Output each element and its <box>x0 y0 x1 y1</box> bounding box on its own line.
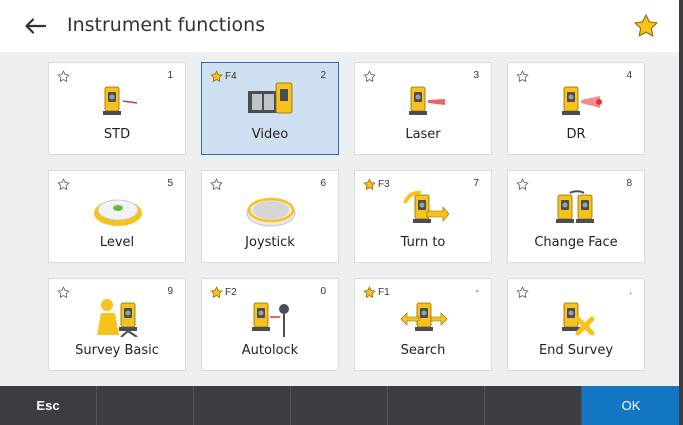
function-tile-joystick[interactable]: 6 Joystick <box>201 170 339 263</box>
shortcut-key: F3 <box>378 178 390 190</box>
star-filled-icon <box>210 285 225 299</box>
tile-number: 7 <box>473 178 479 189</box>
function-tile-std[interactable]: 1 STD <box>48 62 186 155</box>
total-station-laser-icon <box>409 86 445 115</box>
function-tile-dr[interactable]: 4 DR <box>507 62 645 155</box>
tile-label: Search <box>400 343 446 358</box>
total-station-dr-icon <box>562 86 602 115</box>
ok-button[interactable]: OK <box>582 386 680 425</box>
tile-label: Laser <box>405 127 441 142</box>
function-tile-level[interactable]: 5 Level <box>48 170 186 263</box>
favorite-toggle[interactable]: F4 <box>210 68 237 84</box>
favorite-toggle[interactable] <box>363 68 378 84</box>
autolock-prism-icon <box>252 302 289 337</box>
tile-number: 5 <box>167 178 173 189</box>
favorite-toggle[interactable] <box>516 68 531 84</box>
tile-label: DR <box>566 127 586 142</box>
favorite-toggle[interactable] <box>57 68 72 84</box>
footer-softkey-3 <box>291 386 388 425</box>
tile-number: . <box>629 286 632 297</box>
change-face-icon <box>556 190 594 223</box>
tile-number: 3 <box>473 70 479 81</box>
footer-softkey-4 <box>388 386 485 425</box>
star-outline-icon <box>210 177 225 191</box>
tile-number: 2 <box>320 70 326 81</box>
back-button[interactable] <box>20 12 50 40</box>
total-station-std-icon <box>103 86 138 115</box>
tile-number: 0 <box>320 286 326 297</box>
arrow-left-icon <box>25 18 46 34</box>
tile-number: 4 <box>626 70 632 81</box>
footer-softkey-2 <box>194 386 291 425</box>
footer-softkey-5 <box>485 386 582 425</box>
level-bubble-icon <box>94 199 142 226</box>
tile-label: Turn to <box>400 235 446 250</box>
tile-number: 1 <box>167 70 173 81</box>
shortcut-key: F4 <box>225 70 237 82</box>
star-filled-icon <box>210 69 225 83</box>
footer-bar: Esc OK <box>0 386 683 425</box>
joystick-disc-icon <box>246 197 296 227</box>
star-filled-icon <box>363 285 378 299</box>
function-grid: 1 STD F4 2 Video 3 Laser 4 DR 5 Level 6 … <box>48 62 645 371</box>
star-outline-icon <box>363 69 378 83</box>
favorite-toggle[interactable]: F1 <box>363 284 390 300</box>
tile-number: 8 <box>626 178 632 189</box>
tile-label: STD <box>103 127 131 142</box>
header-bar: Instrument functions <box>0 0 683 52</box>
function-tile-change-face[interactable]: 8 Change Face <box>507 170 645 263</box>
window-frame-edge <box>679 0 683 425</box>
tile-label: Video <box>251 127 289 142</box>
tile-label: Level <box>99 235 135 250</box>
favorite-toggle[interactable] <box>516 176 531 192</box>
function-tile-laser[interactable]: 3 Laser <box>354 62 492 155</box>
esc-button[interactable]: Esc <box>0 386 97 425</box>
star-filled-icon <box>363 177 378 191</box>
favorite-toggle[interactable] <box>516 284 531 300</box>
function-tile-survey-basic[interactable]: 9 Survey Basic <box>48 278 186 371</box>
search-arrows-icon <box>400 302 448 331</box>
function-tile-search[interactable]: F1 - Search <box>354 278 492 371</box>
survey-basic-icon <box>97 299 138 337</box>
favorite-toggle[interactable] <box>210 176 225 192</box>
favorite-toggle[interactable]: F3 <box>363 176 390 192</box>
star-filled-icon[interactable] <box>633 13 659 39</box>
star-outline-icon <box>57 69 72 83</box>
page-title: Instrument functions <box>67 14 266 36</box>
favorite-toggle[interactable]: F2 <box>210 284 237 300</box>
tile-number: - <box>475 286 479 297</box>
tile-label: Joystick <box>245 235 295 250</box>
shortcut-key: F1 <box>378 286 390 298</box>
tile-label: Autolock <box>241 343 299 358</box>
star-outline-icon <box>57 285 72 299</box>
tile-number: 6 <box>320 178 326 189</box>
function-tile-end-survey[interactable]: . End Survey <box>507 278 645 371</box>
function-tile-autolock[interactable]: F2 0 Autolock <box>201 278 339 371</box>
star-outline-icon <box>516 69 531 83</box>
favorite-toggle[interactable] <box>57 176 72 192</box>
tile-label: End Survey <box>538 343 614 358</box>
tile-label: Change Face <box>534 235 618 250</box>
tile-label: Survey Basic <box>75 343 159 358</box>
favorite-toggle[interactable] <box>57 284 72 300</box>
end-survey-icon <box>562 302 595 336</box>
star-outline-icon <box>57 177 72 191</box>
video-filmstrip-icon <box>248 82 293 114</box>
function-tile-video[interactable]: F4 2 Video <box>201 62 339 155</box>
tile-number: 9 <box>167 286 173 297</box>
turn-to-icon <box>403 190 449 223</box>
star-outline-icon <box>516 285 531 299</box>
function-tile-turn-to[interactable]: F3 7 Turn to <box>354 170 492 263</box>
shortcut-key: F2 <box>225 286 237 298</box>
footer-softkey-1 <box>97 386 194 425</box>
star-outline-icon <box>516 177 531 191</box>
